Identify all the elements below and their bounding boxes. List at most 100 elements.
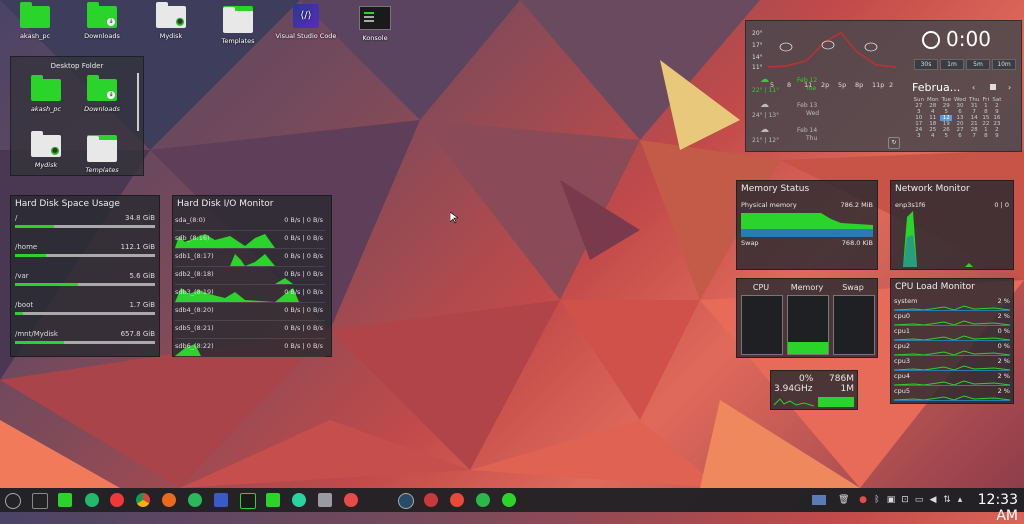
gauge-fill — [788, 342, 828, 354]
io-device-label: sdb1_(8:17) — [175, 252, 214, 260]
cpu-load-row: cpu10 % — [894, 327, 1010, 341]
file-manager-icon[interactable] — [58, 493, 72, 507]
cpu-graph — [894, 378, 1010, 386]
taskbar-clock[interactable]: 12:33 AM — [958, 492, 1018, 524]
io-rate-value: 0 B/s | 0 B/s — [284, 342, 323, 350]
taskbar: 🗑 ● ᛒ ▣ ⊡ ▭ ◀ ⇅ ▴ 12:33 AM — [0, 488, 1024, 512]
mini-cpu-freq: 3.94GHz — [774, 384, 813, 394]
vivaldi-icon[interactable] — [110, 493, 124, 507]
folder-item-downloads[interactable]: ↓ Downloads — [71, 79, 133, 113]
desktop-icon-vscode[interactable]: ⟨/⟩ Visual Studio Code — [275, 4, 337, 40]
gmail-icon[interactable] — [450, 493, 464, 507]
calendar-day[interactable]: 6 — [952, 133, 967, 139]
desktop-icon-downloads[interactable]: ↓ Downloads — [71, 6, 133, 40]
disk-mount-label: /home — [15, 243, 37, 251]
memory-graph — [741, 209, 873, 237]
power-icon[interactable] — [5, 493, 21, 509]
notification-icon[interactable]: ● — [858, 495, 868, 505]
timer-icon — [922, 31, 940, 49]
folder-icon — [31, 79, 61, 101]
timer-preset-button[interactable]: 10m — [992, 59, 1016, 70]
desktop-icon-konsole[interactable]: Konsole — [344, 6, 406, 42]
show-desktop-icon[interactable] — [812, 495, 826, 505]
calendar-day[interactable]: 4 — [925, 133, 940, 139]
desktop-icon-label: akash_pc — [20, 32, 50, 40]
folder-item-mydisk[interactable]: ● Mydisk — [15, 135, 77, 169]
calendar-prev-icon[interactable]: ‹ — [972, 83, 975, 92]
cloud-icons — [780, 41, 877, 51]
calendar-day[interactable]: 7 — [967, 133, 980, 139]
hour-tick: 8p — [855, 81, 863, 89]
disk-usage-row: /boot1.7 GiB — [15, 301, 155, 309]
io-rate-value: 0 B/s | 0 B/s — [284, 306, 323, 314]
calendar-day[interactable]: 8 — [981, 133, 991, 139]
spotify-icon[interactable] — [188, 493, 202, 507]
downloads-folder-icon: ↓ — [87, 79, 117, 101]
temp-curve — [768, 33, 896, 67]
folder-scrollbar[interactable] — [137, 73, 139, 131]
memory-title: Memory Status — [737, 181, 877, 194]
telegram-icon[interactable] — [476, 493, 490, 507]
io-rate-value: 0 B/s | 0 B/s — [284, 252, 323, 260]
disk-usage-bar — [15, 283, 155, 286]
calendar-next-icon[interactable]: › — [1008, 83, 1011, 92]
disk-mount-label: /mnt/Mydisk — [15, 330, 58, 338]
desktop-icon-label: Mydisk — [160, 32, 183, 40]
settings-icon[interactable] — [424, 493, 438, 507]
trash-icon[interactable]: 🗑 — [838, 495, 848, 505]
cpu-load-row: cpu20 % — [894, 342, 1010, 356]
desktop-icon-akash-pc[interactable]: akash_pc — [4, 6, 66, 40]
battery-icon[interactable]: ▭ — [914, 495, 924, 505]
timer-preset-button[interactable]: 30s — [914, 59, 938, 70]
folder-item-akash-pc[interactable]: akash_pc — [15, 79, 77, 113]
temp-tick-14: 14° — [752, 54, 763, 61]
vscode-launcher-icon[interactable] — [214, 493, 228, 507]
app-store-icon[interactable] — [85, 493, 99, 507]
folder-item-templates[interactable]: Templates — [71, 135, 133, 174]
chrome-icon[interactable] — [136, 493, 150, 507]
photos-icon[interactable] — [318, 493, 332, 507]
firefox-icon[interactable] — [162, 493, 176, 507]
calendar-today-icon[interactable] — [990, 84, 996, 90]
desktop-icon-mydisk[interactable]: ● Mydisk — [140, 6, 202, 40]
steam-icon[interactable] — [398, 493, 414, 509]
io-row: sdb1_(8:17) 0 B/s | 0 B/s — [175, 248, 325, 267]
cpu-load-widget: CPU Load Monitor system2 %cpu02 %cpu10 %… — [890, 278, 1014, 404]
calendar-refresh-icon[interactable]: ↻ — [888, 137, 900, 149]
io-row: sdb_(8:16)0 B/s | 0 B/s — [175, 230, 325, 249]
disk-usage-fill — [15, 312, 23, 315]
network-tray-icon[interactable]: ⇅ — [942, 495, 952, 505]
calendar-day[interactable]: 5 — [940, 133, 952, 139]
bluetooth-icon[interactable]: ᛒ — [872, 495, 882, 505]
cpu-load-row: cpu42 % — [894, 372, 1010, 386]
timer-preset-button[interactable]: 5m — [966, 59, 990, 70]
gauge-label: Memory — [785, 283, 829, 292]
clipboard-icon[interactable]: ▣ — [886, 495, 896, 505]
calendar-day[interactable]: 9 — [991, 133, 1003, 139]
cpu-load-row: cpu32 % — [894, 357, 1010, 371]
calendar-day[interactable]: 3 — [912, 133, 925, 139]
volume-icon[interactable]: ◀ — [928, 495, 938, 505]
lock-icon[interactable]: ⊡ — [900, 495, 910, 505]
disk-mount-label: / — [15, 214, 17, 222]
io-device-label: sdb4_(8:20) — [175, 306, 214, 314]
desktop-icon-templates[interactable]: Templates — [207, 6, 269, 45]
timer-preset-button[interactable]: 1m — [940, 59, 964, 70]
temp-tick-20: 20° — [752, 30, 763, 37]
folder-item-label: akash_pc — [31, 105, 61, 113]
konsole-launcher-icon[interactable] — [32, 493, 48, 509]
microphone-icon[interactable] — [344, 493, 358, 507]
gear-icon[interactable] — [502, 493, 516, 507]
vscode-icon: ⟨/⟩ — [293, 4, 319, 28]
forecast-temp: 21° | 12° — [752, 137, 779, 144]
mini-cpu-percent: 0% — [799, 374, 813, 384]
webstorm-icon[interactable] — [240, 493, 256, 509]
terminal-green-icon[interactable] — [266, 493, 280, 507]
forecast-weekday: Tue — [806, 85, 816, 92]
forecast-weekday: Wed — [806, 110, 819, 117]
disk-usage-fill — [15, 283, 78, 286]
chat-icon[interactable] — [292, 493, 306, 507]
io-row: sda_(8:0)0 B/s | 0 B/s — [175, 212, 325, 231]
disk-mount-label: /var — [15, 272, 29, 280]
io-device-label: sdb6_(8:22) — [175, 342, 214, 350]
